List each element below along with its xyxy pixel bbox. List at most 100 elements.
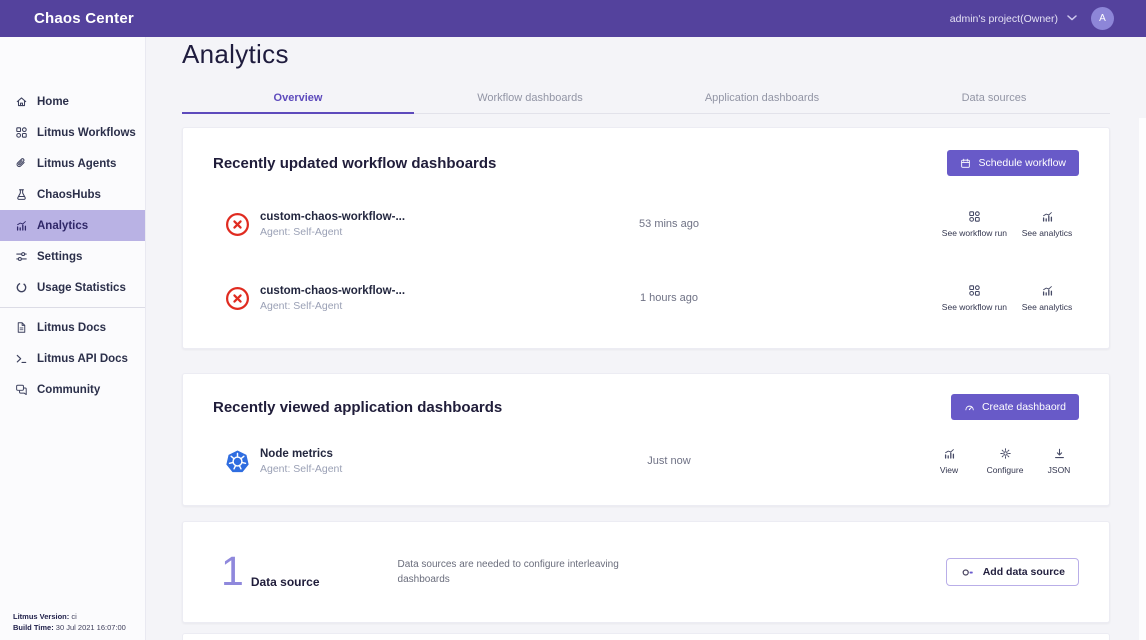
workflows-grid-icon — [15, 126, 28, 139]
workflow-agent: Agent: Self-Agent — [260, 300, 405, 312]
sliders-icon — [15, 250, 28, 263]
row-left: Node metrics Agent: Self-Agent — [225, 448, 515, 475]
button-label: Add data source — [983, 566, 1065, 578]
action-label: See analytics — [1022, 228, 1073, 238]
schedule-workflow-button[interactable]: Schedule workflow — [947, 150, 1079, 176]
see-analytics-action[interactable]: See analytics — [1015, 284, 1079, 312]
data-source-icon — [960, 566, 975, 579]
row-actions: See workflow run See analytics — [823, 210, 1079, 238]
document-icon — [15, 321, 28, 334]
workflow-row: custom-chaos-workflow-... Agent: Self-Ag… — [183, 187, 1109, 261]
build-time-label: Build Time: — [13, 623, 54, 632]
action-label: See workflow run — [942, 302, 1007, 312]
application-row: Node metrics Agent: Self-Agent Just now … — [183, 426, 1109, 496]
calendar-icon — [960, 158, 971, 169]
action-label: View — [940, 465, 958, 475]
app-title: Chaos Center — [34, 10, 134, 27]
see-workflow-run-action[interactable]: See workflow run — [942, 210, 1007, 238]
tab-application-dashboards[interactable]: Application dashboards — [646, 82, 878, 113]
sidebar-item-label: Analytics — [37, 220, 88, 232]
analytics-chart-icon — [1041, 284, 1054, 297]
analytics-chart-icon — [1041, 210, 1054, 223]
application-dashboards-card: Recently viewed application dashboards C… — [182, 373, 1110, 506]
create-dashboard-button[interactable]: Create dashbaord — [951, 394, 1079, 420]
sidebar-item-analytics[interactable]: Analytics — [0, 210, 145, 241]
kubernetes-icon — [225, 449, 250, 474]
sidebar: Home Litmus Workflows Litmus Agents Chao… — [0, 37, 146, 640]
data-source-count-block: 1 Data source — [221, 555, 320, 589]
page-title: Analytics — [182, 41, 1110, 68]
tab-overview[interactable]: Overview — [182, 82, 414, 113]
version-info: Litmus Version: ci Build Time: 30 Jul 20… — [13, 612, 126, 634]
sidebar-item-home[interactable]: Home — [0, 86, 145, 117]
sidebar-item-label: Usage Statistics — [37, 282, 126, 294]
workflow-run-icon — [968, 210, 981, 223]
workflow-rows: custom-chaos-workflow-... Agent: Self-Ag… — [183, 187, 1109, 335]
sidebar-item-litmus-api-docs[interactable]: Litmus API Docs — [0, 343, 145, 374]
data-source-card: 1 Data source Data sources are needed to… — [182, 521, 1110, 623]
ring-icon — [15, 281, 28, 294]
sidebar-item-community[interactable]: Community — [0, 374, 145, 405]
card-title: Recently viewed application dashboards — [213, 399, 502, 416]
row-actions: See workflow run See analytics — [823, 284, 1079, 312]
sidebar-item-label: Litmus Agents — [37, 158, 116, 170]
action-label: JSON — [1048, 465, 1071, 475]
see-analytics-action[interactable]: See analytics — [1015, 210, 1079, 238]
failed-status-icon — [225, 212, 250, 237]
sidebar-item-chaoshubs[interactable]: ChaosHubs — [0, 179, 145, 210]
sidebar-item-label: Litmus API Docs — [37, 353, 128, 365]
home-icon — [15, 95, 28, 108]
button-label: Create dashbaord — [982, 401, 1066, 413]
sidebar-item-litmus-workflows[interactable]: Litmus Workflows — [0, 117, 145, 148]
view-action[interactable]: View — [927, 447, 971, 475]
sidebar-item-litmus-agents[interactable]: Litmus Agents — [0, 148, 145, 179]
row-left: custom-chaos-workflow-... Agent: Self-Ag… — [225, 285, 515, 312]
dashboard-name: Node metrics — [260, 448, 342, 460]
workflow-time: 1 hours ago — [515, 292, 823, 304]
card-head: Recently viewed application dashboards C… — [183, 374, 1109, 420]
paperclip-icon — [15, 157, 28, 170]
project-selector[interactable]: admin's project(Owner) — [950, 13, 1077, 25]
add-data-source-button[interactable]: Add data source — [946, 558, 1079, 586]
row-actions: View Configure JSON — [823, 447, 1079, 475]
sidebar-item-label: Litmus Docs — [37, 322, 106, 334]
gauge-icon — [964, 402, 975, 413]
see-workflow-run-action[interactable]: See workflow run — [942, 284, 1007, 312]
tab-data-sources[interactable]: Data sources — [878, 82, 1110, 113]
download-icon — [1053, 447, 1066, 460]
dashboard-agent: Agent: Self-Agent — [260, 463, 342, 475]
sidebar-item-settings[interactable]: Settings — [0, 241, 145, 272]
header-right: admin's project(Owner) A — [950, 7, 1114, 30]
workflow-name: custom-chaos-workflow-... — [260, 285, 405, 297]
dashboard-time: Just now — [515, 455, 823, 467]
sidebar-item-usage-statistics[interactable]: Usage Statistics — [0, 272, 145, 303]
scrollbar[interactable] — [1139, 118, 1146, 640]
card-title: Recently updated workflow dashboards — [213, 155, 496, 172]
next-card-peek — [182, 633, 1110, 640]
workflow-dashboards-card: Recently updated workflow dashboards Sch… — [182, 127, 1110, 349]
row-left: custom-chaos-workflow-... Agent: Self-Ag… — [225, 211, 515, 238]
project-name: admin's project(Owner) — [950, 13, 1058, 25]
sidebar-nav: Home Litmus Workflows Litmus Agents Chao… — [0, 86, 145, 405]
action-label: Configure — [987, 465, 1024, 475]
flask-icon — [15, 188, 28, 201]
gear-icon — [999, 447, 1012, 460]
build-time-value: 30 Jul 2021 16:07:00 — [56, 623, 126, 632]
button-label: Schedule workflow — [978, 157, 1066, 169]
json-action[interactable]: JSON — [1039, 447, 1079, 475]
failed-status-icon — [225, 286, 250, 311]
avatar[interactable]: A — [1091, 7, 1114, 30]
tab-workflow-dashboards[interactable]: Workflow dashboards — [414, 82, 646, 113]
sidebar-item-label: Community — [37, 384, 100, 396]
sidebar-item-label: Litmus Workflows — [37, 127, 136, 139]
configure-action[interactable]: Configure — [979, 447, 1031, 475]
sidebar-divider — [0, 307, 145, 308]
action-label: See analytics — [1022, 302, 1073, 312]
sidebar-item-litmus-docs[interactable]: Litmus Docs — [0, 312, 145, 343]
sidebar-item-label: Home — [37, 96, 69, 108]
main-area: Analytics Overview Workflow dashboards A… — [146, 37, 1146, 640]
bar-chart-icon — [15, 219, 28, 232]
workflow-agent: Agent: Self-Agent — [260, 226, 405, 238]
workflow-time: 53 mins ago — [515, 218, 823, 230]
workflow-run-icon — [968, 284, 981, 297]
